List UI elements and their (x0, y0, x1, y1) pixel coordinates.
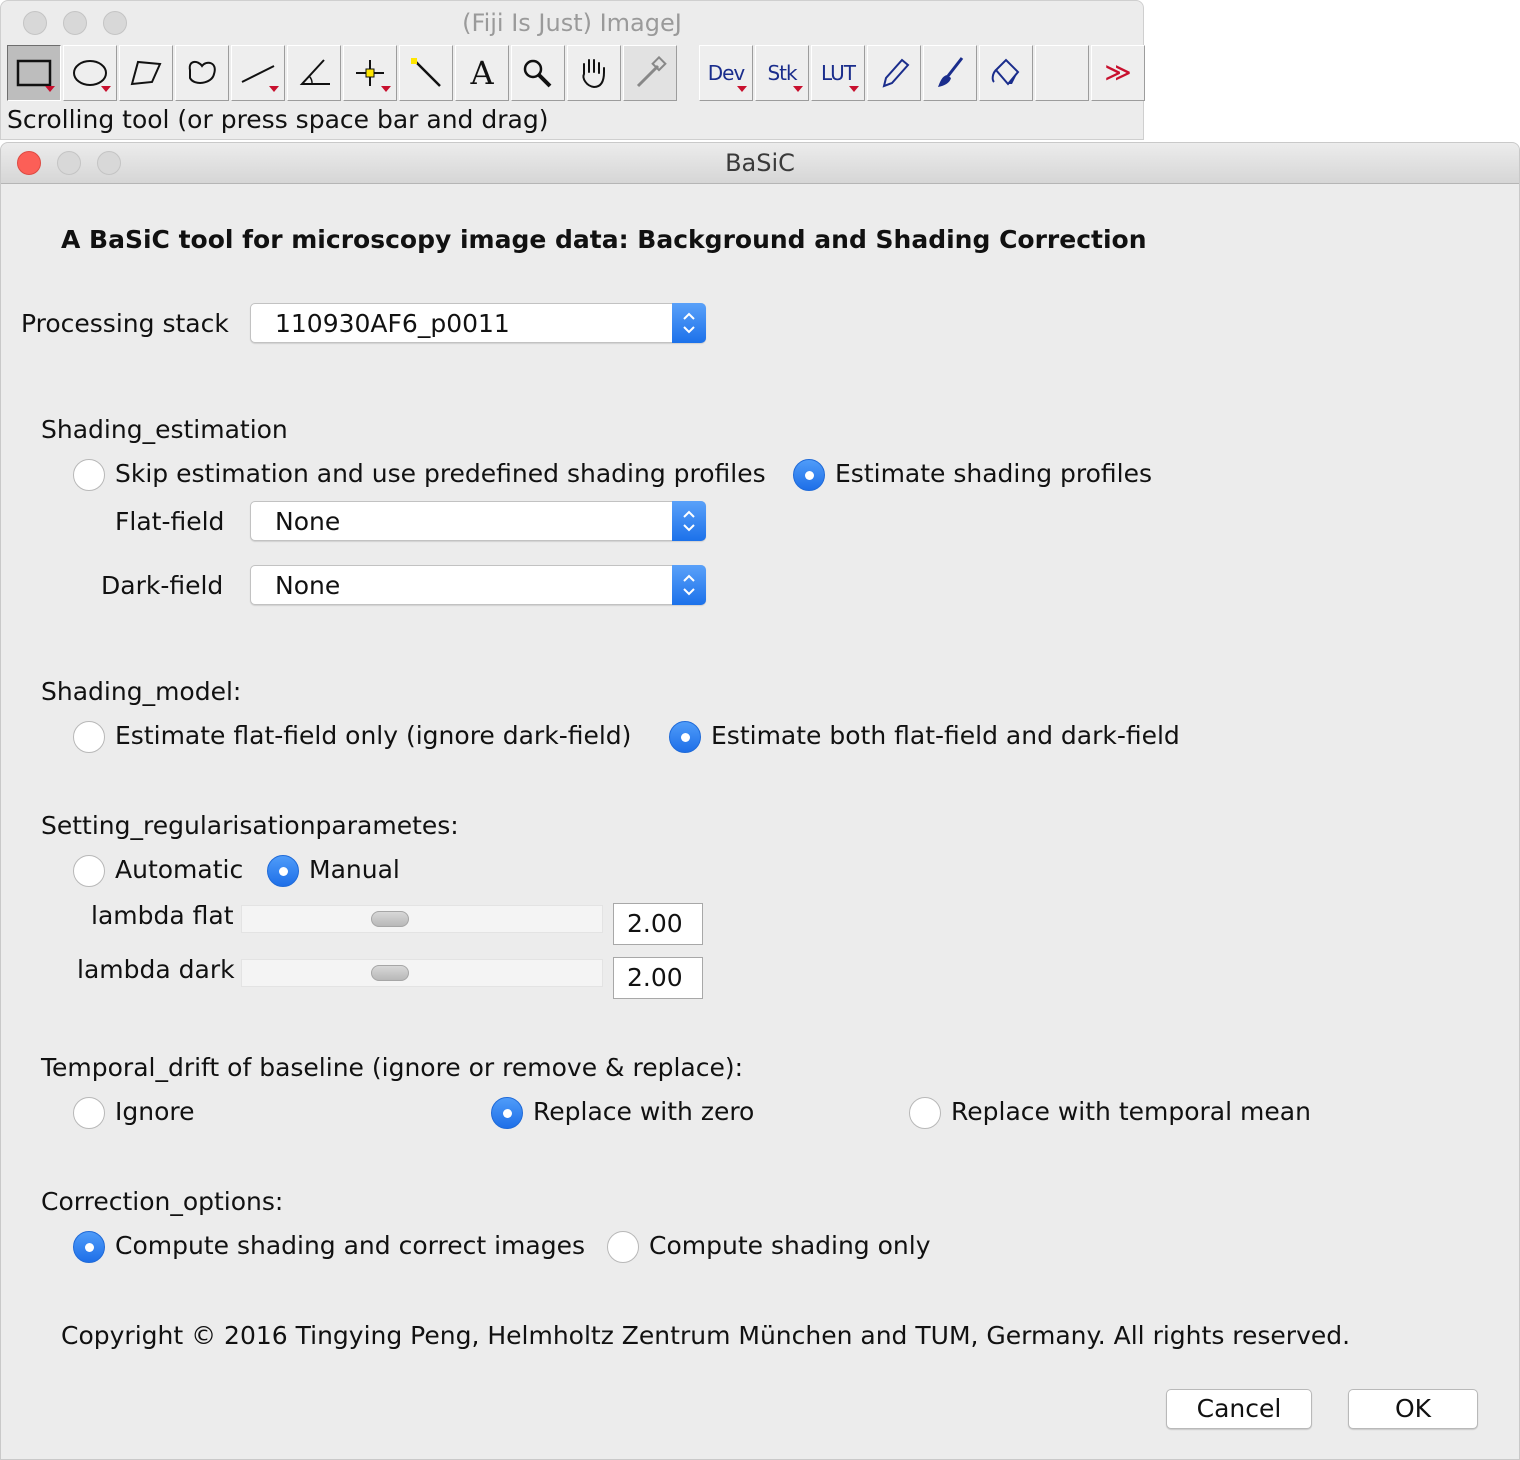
dialog-title: BaSiC (725, 149, 795, 177)
dev-menu-button[interactable]: Dev (699, 45, 753, 101)
radio-replace-with-zero[interactable] (491, 1097, 523, 1129)
flat-field-value: None (275, 507, 341, 536)
radio-automatic[interactable] (73, 855, 105, 887)
oval-tool-button[interactable] (63, 45, 117, 101)
radio-skip-estimation[interactable] (73, 459, 105, 491)
correction-options-heading: Correction_options: (41, 1187, 284, 1216)
freehand-tool-button[interactable] (175, 45, 229, 101)
dev-menu-icon: Dev (707, 61, 746, 85)
compute-shading-only-label: Compute shading only (649, 1231, 931, 1260)
imagej-status-bar: Scrolling tool (or press space bar and d… (7, 105, 549, 134)
dark-field-value: None (275, 571, 341, 600)
radio-flat-field-only[interactable] (73, 721, 105, 753)
lambda-flat-field[interactable]: 2.00 (613, 903, 703, 945)
rectangle-tool-button[interactable] (7, 45, 61, 101)
lambda-dark-value: 2.00 (627, 963, 683, 992)
shading-model-heading: Shading_model: (41, 677, 242, 706)
radio-flat-and-dark-field[interactable] (669, 721, 701, 753)
empty-tool-slot (1035, 45, 1089, 101)
regularisation-heading: Setting_regularisationparametes: (41, 811, 459, 840)
line-tool-button[interactable] (231, 45, 285, 101)
flat-field-select[interactable]: None (250, 501, 706, 541)
radio-estimate-shading[interactable] (793, 459, 825, 491)
flat-and-dark-field-label: Estimate both flat-field and dark-field (711, 721, 1180, 750)
dark-field-select[interactable]: None (250, 565, 706, 605)
magnifier-tool-icon (523, 59, 552, 88)
color-picker-tool-button[interactable] (623, 45, 677, 101)
select-arrows-icon (672, 565, 706, 605)
lambda-flat-slider-thumb[interactable] (371, 911, 409, 927)
select-arrows-icon (672, 303, 706, 343)
radio-compute-shading-only[interactable] (607, 1231, 639, 1263)
pencil-tool-icon (882, 58, 910, 88)
replace-with-zero-label: Replace with zero (533, 1097, 755, 1126)
basic-dialog: BaSiC A BaSiC tool for microscopy image … (0, 142, 1520, 1460)
compute-and-correct-label: Compute shading and correct images (115, 1231, 585, 1260)
line-tool-icon (241, 65, 275, 83)
lambda-dark-label: lambda dark (77, 955, 235, 984)
lambda-flat-slider[interactable] (241, 905, 603, 933)
color-picker-tool-icon (636, 56, 667, 88)
wand-tool-button[interactable] (399, 45, 453, 101)
magnifier-tool-button[interactable] (511, 45, 565, 101)
polygon-tool-button[interactable] (119, 45, 173, 101)
oval-tool-icon (73, 60, 107, 86)
imagej-window: (Fiji Is Just) ImageJ A Dev Stk LUT ≫ Sc… (0, 0, 1145, 140)
skip-estimation-label: Skip estimation and use predefined shadi… (115, 459, 766, 488)
temporal-drift-heading: Temporal_drift of baseline (ignore or re… (41, 1053, 744, 1082)
text-tool-icon: A (470, 54, 494, 92)
copyright-text: Copyright © 2016 Tingying Peng, Helmholt… (61, 1321, 1351, 1350)
replace-with-temporal-mean-label: Replace with temporal mean (951, 1097, 1311, 1126)
select-arrows-icon (672, 501, 706, 541)
more-tools-icon: ≫ (1104, 58, 1132, 88)
dark-field-label: Dark-field (101, 571, 224, 600)
processing-stack-label: Processing stack (21, 309, 229, 338)
stk-menu-button[interactable]: Stk (755, 45, 809, 101)
lut-menu-icon: LUT (820, 61, 856, 85)
flat-field-label: Flat-field (115, 507, 225, 536)
text-tool-button[interactable]: A (455, 45, 509, 101)
point-tool-button[interactable] (343, 45, 397, 101)
radio-ignore[interactable] (73, 1097, 105, 1129)
freehand-tool-icon (188, 60, 216, 84)
manual-label: Manual (309, 855, 400, 884)
angle-tool-button[interactable] (287, 45, 341, 101)
stk-menu-icon: Stk (767, 61, 797, 85)
shading-estimation-heading: Shading_estimation (41, 415, 288, 444)
imagej-titlebar: (Fiji Is Just) ImageJ (1, 1, 1143, 43)
brush-tool-icon (938, 57, 964, 87)
brush-tool-button[interactable] (923, 45, 977, 101)
hand-tool-icon (582, 59, 605, 89)
automatic-label: Automatic (115, 855, 244, 884)
lambda-flat-label: lambda flat (91, 901, 234, 930)
estimate-shading-label: Estimate shading profiles (835, 459, 1153, 488)
ignore-label: Ignore (115, 1097, 195, 1126)
angle-tool-icon (299, 59, 330, 85)
processing-stack-value: 110930AF6_p0011 (275, 309, 510, 338)
lambda-dark-slider[interactable] (241, 959, 603, 987)
flood-fill-tool-icon (991, 58, 1020, 86)
flood-fill-tool-button[interactable] (979, 45, 1033, 101)
polygon-tool-icon (130, 60, 162, 86)
lambda-dark-slider-thumb[interactable] (371, 965, 409, 981)
basic-titlebar: BaSiC (1, 143, 1519, 184)
ok-button[interactable]: OK (1348, 1389, 1478, 1429)
processing-stack-select[interactable]: 110930AF6_p0011 (250, 303, 706, 343)
dialog-heading: A BaSiC tool for microscopy image data: … (61, 225, 1147, 254)
cancel-button[interactable]: Cancel (1166, 1389, 1312, 1429)
hand-tool-button[interactable] (567, 45, 621, 101)
lut-menu-button[interactable]: LUT (811, 45, 865, 101)
point-tool-icon (356, 60, 384, 86)
wand-tool-icon (411, 58, 441, 87)
radio-compute-and-correct[interactable] (73, 1231, 105, 1263)
radio-manual[interactable] (267, 855, 299, 887)
lambda-dark-field[interactable]: 2.00 (613, 957, 703, 999)
rectangle-tool-icon (16, 59, 52, 87)
more-tools-button[interactable]: ≫ (1091, 45, 1145, 101)
flat-field-only-label: Estimate flat-field only (ignore dark-fi… (115, 721, 632, 750)
pencil-tool-button[interactable] (867, 45, 921, 101)
lambda-flat-value: 2.00 (627, 909, 683, 938)
imagej-window-title: (Fiji Is Just) ImageJ (462, 9, 682, 37)
radio-replace-with-temporal-mean[interactable] (909, 1097, 941, 1129)
